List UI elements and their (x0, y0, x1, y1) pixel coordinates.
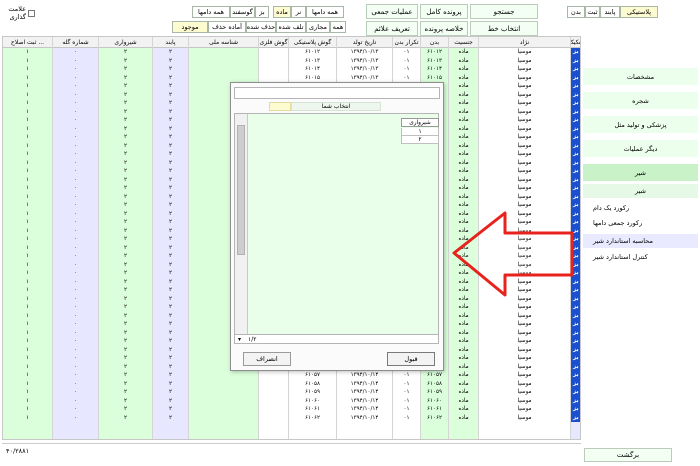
arrow-shape (452, 211, 574, 297)
annotation-arrow (452, 211, 574, 297)
